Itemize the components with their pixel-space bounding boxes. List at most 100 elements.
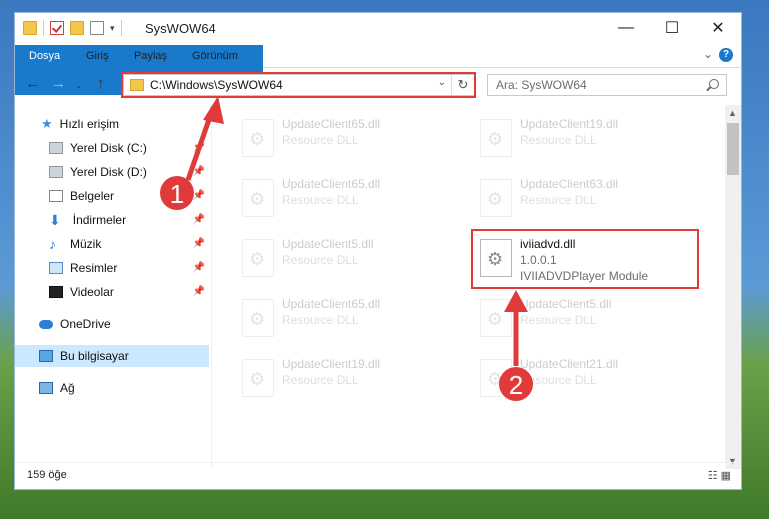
file-type: Resource DLL [282, 193, 359, 207]
scrollbar-thumb[interactable] [727, 123, 739, 175]
ribbon-tabs: Dosya Giriş Paylaş Görünüm ⌄ ? [15, 45, 741, 95]
sidebar-item-local-disk-d[interactable]: Yerel Disk (D:) 📌 [49, 161, 209, 183]
dll-file-icon [480, 299, 512, 337]
scroll-up-icon[interactable]: ▲ [728, 108, 737, 118]
file-name: UpdateClient19.dll [520, 117, 619, 131]
sidebar-item-label: OneDrive [60, 317, 111, 331]
item-count: 159 öğe [27, 469, 67, 481]
search-icon[interactable] [709, 79, 719, 89]
forward-arrow-icon[interactable]: → [51, 75, 66, 92]
search-box[interactable]: Ara: SysWOW64 [487, 74, 727, 96]
properties-check-icon[interactable] [50, 21, 64, 35]
picture-icon [49, 262, 63, 274]
new-folder-icon[interactable] [70, 21, 84, 35]
file-type: Resource DLL [282, 253, 359, 267]
file-item[interactable]: UpdateClient65.dll Resource DLL [232, 171, 452, 221]
sidebar-item-label: Resimler [70, 261, 118, 275]
sidebar-item-pictures[interactable]: Resimler 📌 [49, 257, 209, 279]
status-bar: 159 öğe ☷ ▦ [15, 462, 741, 489]
sidebar-item-onedrive[interactable]: OneDrive [39, 313, 111, 335]
sidebar-item-this-pc[interactable]: Bu bilgisayar [15, 345, 209, 367]
disk-icon [49, 166, 63, 178]
separator [43, 20, 44, 36]
document-icon [49, 190, 63, 202]
quick-access-toolbar: ▾ [23, 20, 122, 36]
cloud-icon [39, 319, 53, 329]
sidebar-item-label: Belgeler [70, 189, 115, 203]
file-type: Resource DLL [520, 193, 597, 207]
maximize-button[interactable]: ☐ [649, 13, 695, 43]
sidebar-item-local-disk-c[interactable]: Yerel Disk (C:) 📌 [49, 137, 209, 159]
help-button[interactable]: ? [719, 48, 733, 62]
file-item[interactable]: UpdateClient65.dll Resource DLL [232, 291, 452, 341]
window-title: SysWOW64 [145, 21, 216, 36]
dll-file-icon [480, 119, 512, 157]
view-toggle-icons[interactable]: ☷ ▦ [708, 469, 731, 482]
sidebar-item-music[interactable]: ♪ Müzik 📌 [49, 233, 209, 255]
file-item[interactable]: UpdateClient5.dll Resource DLL [232, 231, 452, 281]
video-icon [49, 286, 63, 298]
file-type: Resource DLL [520, 313, 597, 327]
file-name: UpdateClient5.dll [282, 237, 374, 251]
music-icon: ♪ [49, 236, 56, 252]
ribbon-collapse-icon[interactable]: ⌄ [703, 47, 713, 61]
minimize-button[interactable]: — [603, 13, 649, 43]
sidebar-item-label: Yerel Disk (D:) [70, 165, 147, 179]
pin-icon: 📌 [192, 190, 205, 201]
sidebar-item-documents[interactable]: Belgeler 📌 [49, 185, 209, 207]
sidebar-item-label: Hızlı erişim [59, 117, 119, 131]
pin-icon: 📌 [192, 286, 205, 297]
tab-home[interactable]: Giriş [77, 45, 118, 67]
dll-file-icon [242, 239, 274, 277]
file-item[interactable]: UpdateClient5.dll Resource DLL [470, 291, 690, 341]
file-item[interactable]: UpdateClient21.dll Resource DLL [470, 351, 690, 401]
folder-icon [23, 21, 37, 35]
file-name: UpdateClient19.dll [282, 357, 381, 371]
star-icon: ★ [41, 116, 53, 131]
sidebar-item-downloads[interactable]: ⬇ İndirmeler 📌 [49, 209, 209, 231]
dll-file-icon [242, 119, 274, 157]
file-name: UpdateClient65.dll [282, 117, 381, 131]
sidebar-item-label: Yerel Disk (C:) [70, 141, 147, 155]
tab-share[interactable]: Paylaş [125, 45, 176, 67]
file-name: UpdateClient5.dll [520, 297, 612, 311]
file-name: UpdateClient65.dll [282, 177, 381, 191]
file-item[interactable]: UpdateClient65.dll Resource DLL [232, 111, 452, 161]
sidebar-item-label: Müzik [70, 237, 102, 251]
sidebar-item-label: Videolar [70, 285, 114, 299]
network-icon [39, 382, 53, 394]
file-name: UpdateClient21.dll [520, 357, 619, 371]
close-button[interactable]: ✕ [695, 13, 741, 43]
navigation-pane: ★ Hızlı erişim Yerel Disk (C:) 📌 Yerel D… [15, 105, 212, 469]
file-type: Resource DLL [520, 373, 597, 387]
dll-file-icon [480, 179, 512, 217]
search-placeholder[interactable]: Ara: SysWOW64 [496, 78, 587, 92]
file-item[interactable]: UpdateClient19.dll Resource DLL [232, 351, 452, 401]
download-icon: ⬇ [49, 212, 61, 228]
disk-icon [49, 142, 63, 154]
computer-icon [39, 350, 53, 362]
pin-icon: 📌 [192, 238, 205, 249]
pin-icon: 📌 [192, 166, 205, 177]
tab-view[interactable]: Görünüm [183, 45, 247, 67]
dll-file-icon [242, 299, 274, 337]
vertical-scrollbar[interactable]: ▲ ▼ [725, 105, 741, 469]
dll-file-icon [242, 359, 274, 397]
pin-icon: 📌 [192, 262, 205, 273]
qat-dropdown-icon[interactable]: ▾ [110, 23, 115, 34]
title-bar: ▾ SysWOW64 — ☐ ✕ [15, 13, 741, 45]
customize-icon[interactable] [90, 21, 104, 35]
recent-dropdown-icon[interactable]: ⌄ [75, 80, 83, 91]
back-arrow-icon[interactable]: ← [25, 75, 40, 92]
file-type: Resource DLL [282, 313, 359, 327]
up-arrow-icon[interactable]: ↑ [97, 75, 105, 92]
file-item[interactable]: UpdateClient19.dll Resource DLL [470, 111, 690, 161]
file-name: UpdateClient65.dll [282, 297, 381, 311]
sidebar-item-label: İndirmeler [72, 213, 127, 227]
sidebar-item-videos[interactable]: Videolar 📌 [49, 281, 209, 303]
file-item[interactable]: UpdateClient63.dll Resource DLL [470, 171, 690, 221]
file-type: Resource DLL [520, 133, 597, 147]
sidebar-item-label: Ağ [60, 381, 75, 395]
sidebar-item-quick-access[interactable]: ★ Hızlı erişim [41, 113, 119, 135]
sidebar-item-network[interactable]: Ağ [39, 377, 75, 399]
